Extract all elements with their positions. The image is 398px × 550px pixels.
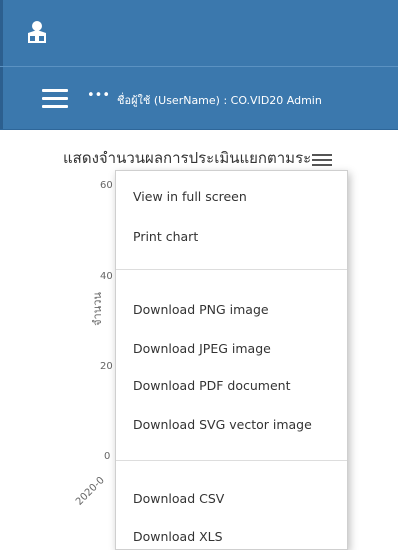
menu-download-svg[interactable]: Download SVG vector image	[133, 417, 312, 432]
menu-separator	[116, 269, 347, 270]
top-app-bar	[0, 0, 398, 66]
y-tick-0: 0	[104, 451, 111, 462]
y-tick-60: 60	[100, 180, 113, 191]
menu-download-csv[interactable]: Download CSV	[133, 491, 224, 506]
user-home-icon[interactable]	[26, 20, 48, 44]
left-edge-strip	[0, 0, 3, 66]
left-edge-strip	[0, 67, 3, 129]
y-axis-label: จำนวน	[90, 292, 104, 326]
menu-download-png[interactable]: Download PNG image	[133, 302, 269, 317]
more-icon[interactable]: •••	[87, 88, 110, 103]
menu-separator	[116, 460, 347, 461]
menu-download-pdf[interactable]: Download PDF document	[133, 378, 291, 393]
y-tick-40: 40	[100, 271, 113, 282]
menu-print-chart[interactable]: Print chart	[133, 229, 198, 244]
menu-view-fullscreen[interactable]: View in full screen	[133, 189, 247, 204]
chart-title: แสดงจำนวนผลการประเมินแยกตามระ	[63, 149, 312, 167]
menu-download-xls[interactable]: Download XLS	[133, 529, 223, 544]
menu-download-jpeg[interactable]: Download JPEG image	[133, 341, 271, 356]
chart-export-menu: View in full screen Print chart Download…	[115, 170, 348, 550]
chart-context-menu-button[interactable]	[309, 149, 335, 169]
hamburger-icon[interactable]	[42, 89, 68, 109]
username-label: ชื่อผู้ใช้ (UserName) : CO.VID20 Admin	[117, 94, 322, 107]
y-tick-20: 20	[100, 361, 113, 372]
